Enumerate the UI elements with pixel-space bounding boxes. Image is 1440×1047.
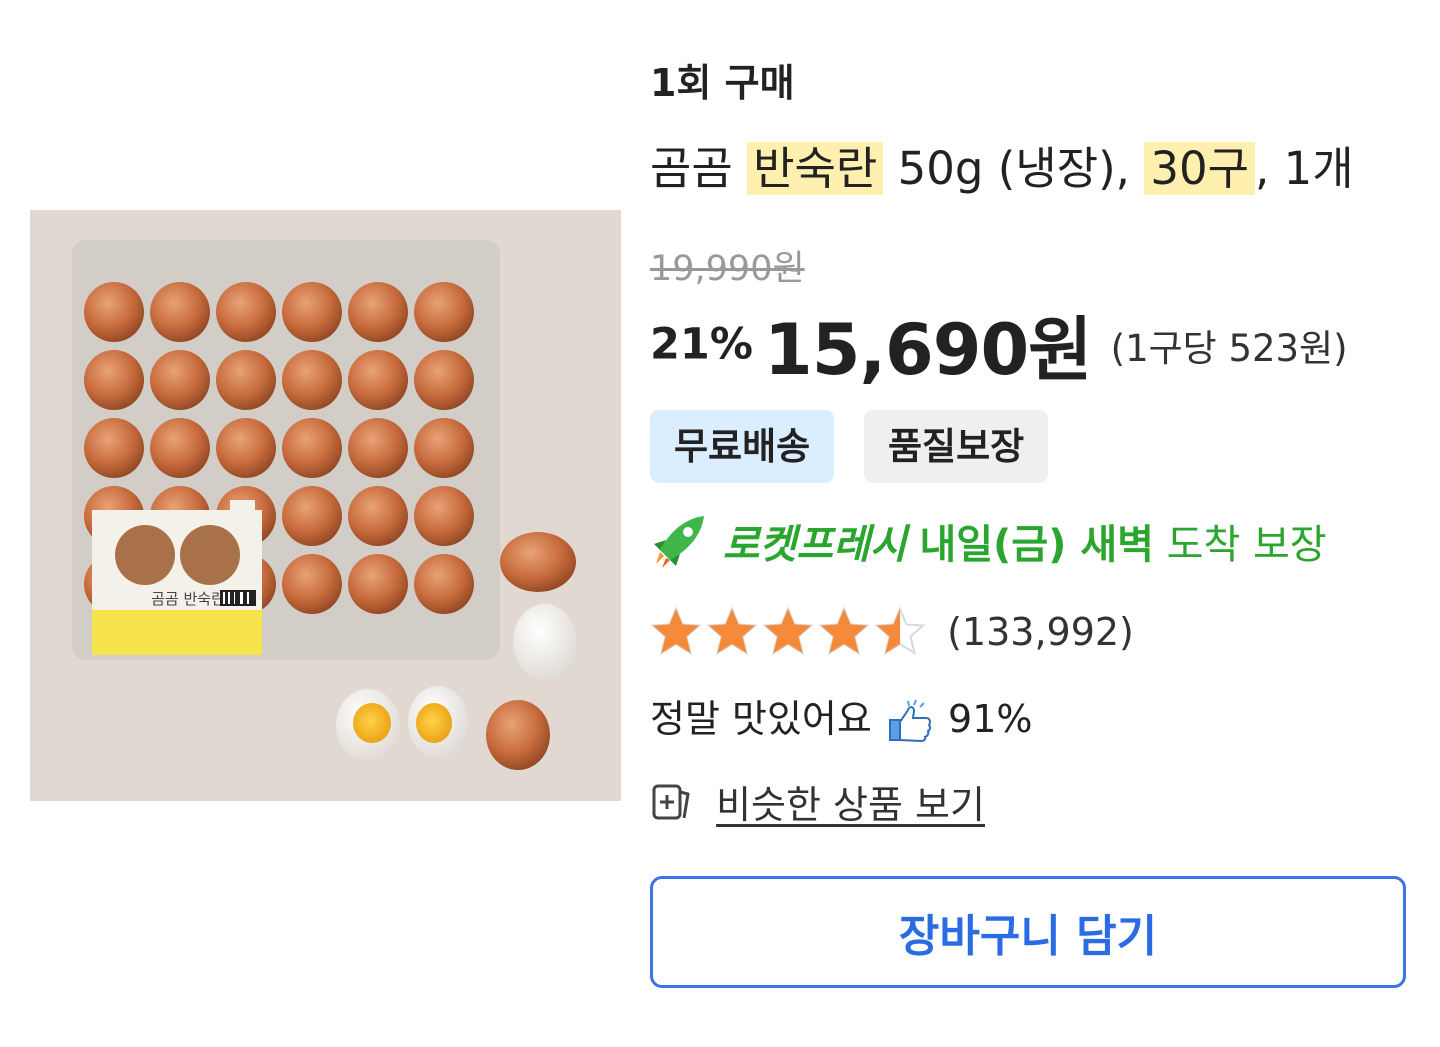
- loose-egg: [486, 700, 550, 770]
- title-highlight: 30구: [1144, 142, 1255, 195]
- tray-egg: [84, 282, 144, 342]
- loose-egg: [500, 532, 576, 592]
- rating-row[interactable]: (133,992): [650, 606, 1134, 658]
- tray-egg: [150, 350, 210, 410]
- tray-egg: [84, 418, 144, 478]
- tray-egg: [150, 418, 210, 478]
- star-icon: [818, 606, 870, 658]
- thumbs-up-icon: [884, 696, 936, 748]
- tray-egg: [84, 350, 144, 410]
- tray-egg: [282, 486, 342, 546]
- sale-price: 15,690원: [764, 309, 1093, 391]
- title-part: 50g (냉장),: [897, 142, 1130, 195]
- tray-egg: [414, 282, 474, 342]
- delivery-guarantee: 도착 보장: [1166, 522, 1327, 568]
- tray-egg: [216, 418, 276, 478]
- tray-egg: [216, 350, 276, 410]
- tray-egg: [282, 554, 342, 614]
- tray-egg: [282, 418, 342, 478]
- tray-egg: [282, 350, 342, 410]
- peeled-egg: [513, 604, 577, 680]
- similar-products-label[interactable]: 비슷한 상품 보기: [716, 783, 985, 827]
- tray-egg: [414, 486, 474, 546]
- tray-egg: [348, 282, 408, 342]
- title-highlight: 반숙란: [747, 142, 884, 195]
- quality-guarantee-badge: 품질보장: [864, 410, 1049, 483]
- halved-egg: [408, 686, 468, 758]
- product-image[interactable]: 곰곰 반숙란: [30, 210, 621, 801]
- taste-percent: 91%: [948, 697, 1033, 741]
- tray-egg: [348, 418, 408, 478]
- tray-egg: [348, 554, 408, 614]
- add-to-cart-button[interactable]: 장바구니 담기: [650, 876, 1406, 988]
- tray-label-text: 곰곰 반숙란: [151, 590, 225, 608]
- review-count: (133,992): [947, 610, 1134, 654]
- tray-egg: [150, 282, 210, 342]
- star-icon: [706, 606, 758, 658]
- product-title[interactable]: 곰곰 반숙란 50g (냉장), 30구, 1개: [650, 132, 1354, 197]
- title-part: 곰곰: [650, 142, 733, 195]
- rocket-icon: [650, 512, 708, 570]
- tray-egg: [414, 554, 474, 614]
- original-price: 19,990원: [650, 249, 805, 289]
- rocket-fresh-label: 로켓프레시: [722, 522, 907, 568]
- star-icon: [762, 606, 814, 658]
- tray-egg: [348, 486, 408, 546]
- tray-egg: [414, 350, 474, 410]
- title-part: , 1개: [1254, 142, 1354, 195]
- taste-label: 정말 맛있어요: [650, 697, 872, 741]
- egg-tray-illustration: 곰곰 반숙란: [72, 240, 577, 770]
- discount-rate: 21%: [650, 319, 753, 370]
- price-row: 21% 15,690원 (1구당 523원): [650, 294, 1348, 395]
- taste-feedback: 정말 맛있어요 91%: [650, 688, 1033, 748]
- free-shipping-badge: 무료배송: [650, 410, 835, 483]
- similar-product-icon: [650, 780, 694, 824]
- tray-egg: [414, 418, 474, 478]
- tray-egg: [216, 282, 276, 342]
- purchase-type-label: 1회 구매: [650, 61, 795, 105]
- delivery-date: 내일(금) 새벽: [919, 522, 1154, 568]
- halved-egg: [336, 689, 400, 761]
- tray-label: 곰곰 반숙란: [92, 500, 262, 655]
- unit-price: (1구당 523원): [1110, 326, 1348, 370]
- star-icon: [650, 606, 702, 658]
- star-rating: [650, 606, 930, 658]
- star-icon: [874, 606, 926, 658]
- tray-egg: [348, 350, 408, 410]
- delivery-info: 로켓프레시 내일(금) 새벽 도착 보장: [650, 512, 1327, 570]
- tray-egg: [282, 282, 342, 342]
- similar-products-link[interactable]: 비슷한 상품 보기: [650, 774, 985, 829]
